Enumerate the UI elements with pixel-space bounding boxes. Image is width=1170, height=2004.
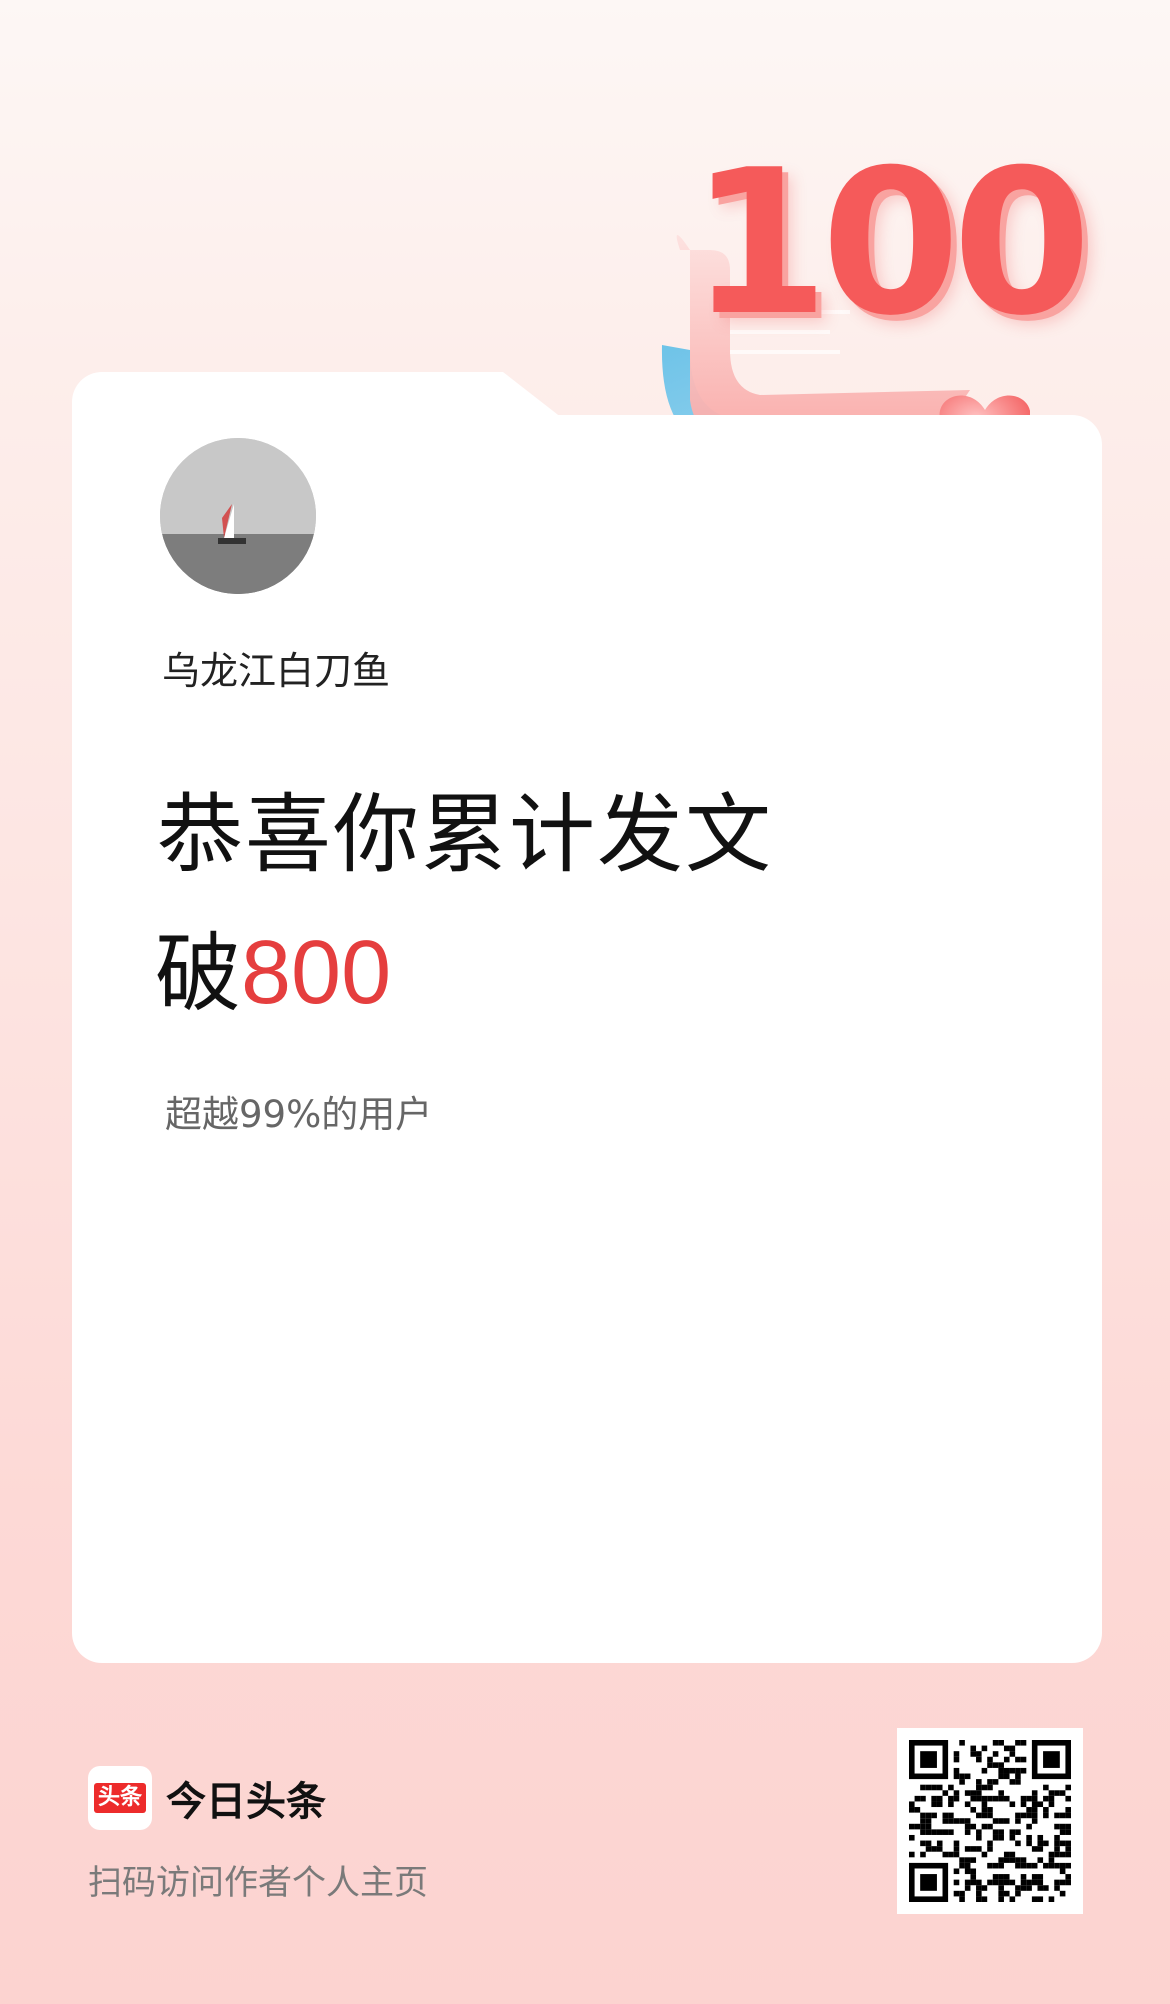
scan-tip: 扫码访问作者个人主页 <box>88 1863 428 1903</box>
qr-code-icon <box>909 1740 1071 1902</box>
milestone-number: 100 <box>690 127 1091 360</box>
qr-code[interactable] <box>897 1728 1083 1914</box>
username: 乌龙江白刀鱼 <box>162 649 391 693</box>
percentile-text: 超越99%的用户 <box>165 1093 433 1136</box>
headline-line2: 破800 <box>155 928 391 1018</box>
achievement-card <box>72 415 1102 1663</box>
headline-line1: 恭喜你累计发文 <box>157 785 773 885</box>
headline-prefix: 破 <box>155 924 241 1024</box>
avatar[interactable] <box>160 438 316 594</box>
post-count: 800 <box>241 923 392 1023</box>
brand-name: 今日头条 <box>166 1779 326 1825</box>
toutiao-logo-icon: 头条 <box>88 1766 152 1830</box>
logo-text: 头条 <box>93 1783 146 1813</box>
brand: 头条 今日头条 <box>88 1766 326 1830</box>
sailboat-icon <box>160 438 316 594</box>
